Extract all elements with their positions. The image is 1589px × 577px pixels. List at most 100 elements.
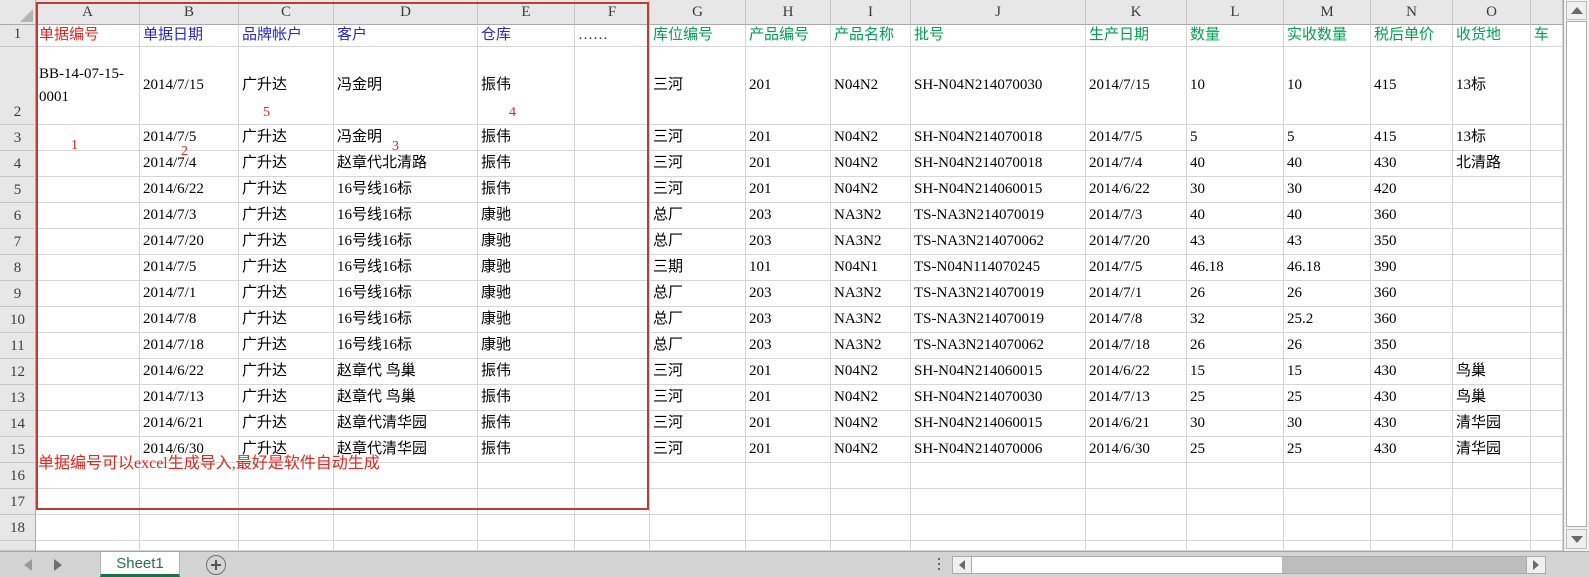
cell[interactable]: 40 xyxy=(1284,151,1371,177)
cell[interactable]: 2014/6/22 xyxy=(1086,359,1187,385)
cell[interactable]: TS-N04N114070245 xyxy=(911,255,1086,281)
column-header[interactable]: C xyxy=(239,0,334,25)
cell[interactable]: 5 xyxy=(1187,125,1284,151)
cell[interactable]: 25 xyxy=(1284,385,1371,411)
cell[interactable]: 26 xyxy=(1284,333,1371,359)
cell[interactable] xyxy=(1531,515,1563,541)
cell[interactable] xyxy=(575,385,650,411)
cell[interactable]: 2014/7/8 xyxy=(140,307,239,333)
horizontal-scrollbar[interactable] xyxy=(952,556,1546,574)
cell[interactable]: 10 xyxy=(1284,47,1371,125)
cell[interactable] xyxy=(36,151,140,177)
cell[interactable]: 冯金明 xyxy=(334,47,478,125)
cell[interactable]: 振伟 xyxy=(478,47,575,125)
cell[interactable] xyxy=(1531,177,1563,203)
cell[interactable]: N04N2 xyxy=(831,359,911,385)
cell[interactable] xyxy=(1531,359,1563,385)
row-header[interactable] xyxy=(0,541,36,551)
cell[interactable] xyxy=(575,437,650,463)
cell[interactable] xyxy=(140,541,239,551)
field-header-cell[interactable]: 生产日期 xyxy=(1086,25,1187,47)
cell[interactable]: 430 xyxy=(1371,385,1453,411)
column-header[interactable]: E xyxy=(478,0,575,25)
cell[interactable]: 30 xyxy=(1187,411,1284,437)
cell[interactable]: 430 xyxy=(1371,151,1453,177)
field-header-cell[interactable]: 实收数量 xyxy=(1284,25,1371,47)
cell[interactable]: 康驰 xyxy=(478,307,575,333)
cell[interactable]: 16号线16标 xyxy=(334,229,478,255)
cell[interactable] xyxy=(1187,489,1284,515)
cell[interactable]: 鸟巢 xyxy=(1453,359,1531,385)
cell[interactable]: 40 xyxy=(1187,151,1284,177)
cell[interactable]: 101 xyxy=(746,255,831,281)
cell[interactable] xyxy=(1371,541,1453,551)
cell[interactable] xyxy=(575,151,650,177)
cell[interactable]: NA3N2 xyxy=(831,281,911,307)
cell[interactable] xyxy=(1187,515,1284,541)
field-header-cell[interactable]: 收货地 xyxy=(1453,25,1531,47)
cell[interactable]: 2014/7/5 xyxy=(140,125,239,151)
cell[interactable] xyxy=(1531,489,1563,515)
cell[interactable]: 广升达 xyxy=(239,333,334,359)
cell[interactable] xyxy=(1453,177,1531,203)
cell[interactable]: 广升达 xyxy=(239,359,334,385)
cell[interactable]: 2014/7/5 xyxy=(140,255,239,281)
cell[interactable]: 三河 xyxy=(650,359,746,385)
cell[interactable]: 振伟 xyxy=(478,411,575,437)
cell[interactable]: SH-N04N214060015 xyxy=(911,177,1086,203)
scroll-left-button[interactable] xyxy=(953,557,972,573)
cell[interactable]: 2014/7/15 xyxy=(140,47,239,125)
cell[interactable]: 2014/7/4 xyxy=(140,151,239,177)
cell[interactable] xyxy=(911,541,1086,551)
cell[interactable]: BB-14-07-15-0001 xyxy=(36,47,140,125)
cell[interactable] xyxy=(1453,307,1531,333)
cell[interactable]: SH-N04N214070018 xyxy=(911,125,1086,151)
cell[interactable]: 清华园 xyxy=(1453,437,1531,463)
cell[interactable]: 16号线16标 xyxy=(334,307,478,333)
cell[interactable]: 三河 xyxy=(650,177,746,203)
cell[interactable]: 25 xyxy=(1284,437,1371,463)
cell[interactable]: 2014/6/22 xyxy=(140,177,239,203)
cell[interactable] xyxy=(1453,463,1531,489)
cell[interactable]: 26 xyxy=(1187,333,1284,359)
cell[interactable] xyxy=(1187,541,1284,551)
cell[interactable]: 26 xyxy=(1284,281,1371,307)
cell[interactable]: 390 xyxy=(1371,255,1453,281)
sheet-nav-left-icon[interactable] xyxy=(24,559,32,571)
cell[interactable]: 2014/7/15 xyxy=(1086,47,1187,125)
cell[interactable] xyxy=(1284,515,1371,541)
cell[interactable] xyxy=(36,203,140,229)
cell[interactable] xyxy=(36,125,140,151)
row-header[interactable]: 7 xyxy=(0,229,36,255)
cell[interactable]: 30 xyxy=(1284,177,1371,203)
cell[interactable]: 25.2 xyxy=(1284,307,1371,333)
scroll-up-button[interactable] xyxy=(1566,1,1587,20)
cell[interactable] xyxy=(1453,281,1531,307)
cell[interactable]: TS-NA3N214070062 xyxy=(911,333,1086,359)
cell[interactable]: 清华园 xyxy=(1453,411,1531,437)
cell[interactable]: 广升达 xyxy=(239,203,334,229)
field-header-cell[interactable]: 仓库 xyxy=(478,25,575,47)
cell[interactable]: 2014/7/5 xyxy=(1086,125,1187,151)
cell[interactable] xyxy=(575,255,650,281)
cell[interactable]: 43 xyxy=(1284,229,1371,255)
column-header[interactable]: G xyxy=(650,0,746,25)
cell[interactable]: 360 xyxy=(1371,307,1453,333)
cell[interactable]: 2014/7/20 xyxy=(1086,229,1187,255)
cell[interactable] xyxy=(1453,229,1531,255)
cell[interactable] xyxy=(575,411,650,437)
cell[interactable]: 三河 xyxy=(650,411,746,437)
cell[interactable] xyxy=(36,515,140,541)
cell[interactable]: N04N2 xyxy=(831,437,911,463)
cell[interactable] xyxy=(1086,489,1187,515)
cell[interactable] xyxy=(1531,463,1563,489)
cell[interactable]: 201 xyxy=(746,177,831,203)
cell[interactable] xyxy=(746,541,831,551)
cell[interactable]: 2014/7/4 xyxy=(1086,151,1187,177)
cell[interactable]: 2014/7/18 xyxy=(1086,333,1187,359)
cell[interactable]: 总厂 xyxy=(650,333,746,359)
cell[interactable] xyxy=(36,307,140,333)
cell[interactable]: 13标 xyxy=(1453,125,1531,151)
cell[interactable]: 2014/7/1 xyxy=(1086,281,1187,307)
cell[interactable]: 430 xyxy=(1371,359,1453,385)
